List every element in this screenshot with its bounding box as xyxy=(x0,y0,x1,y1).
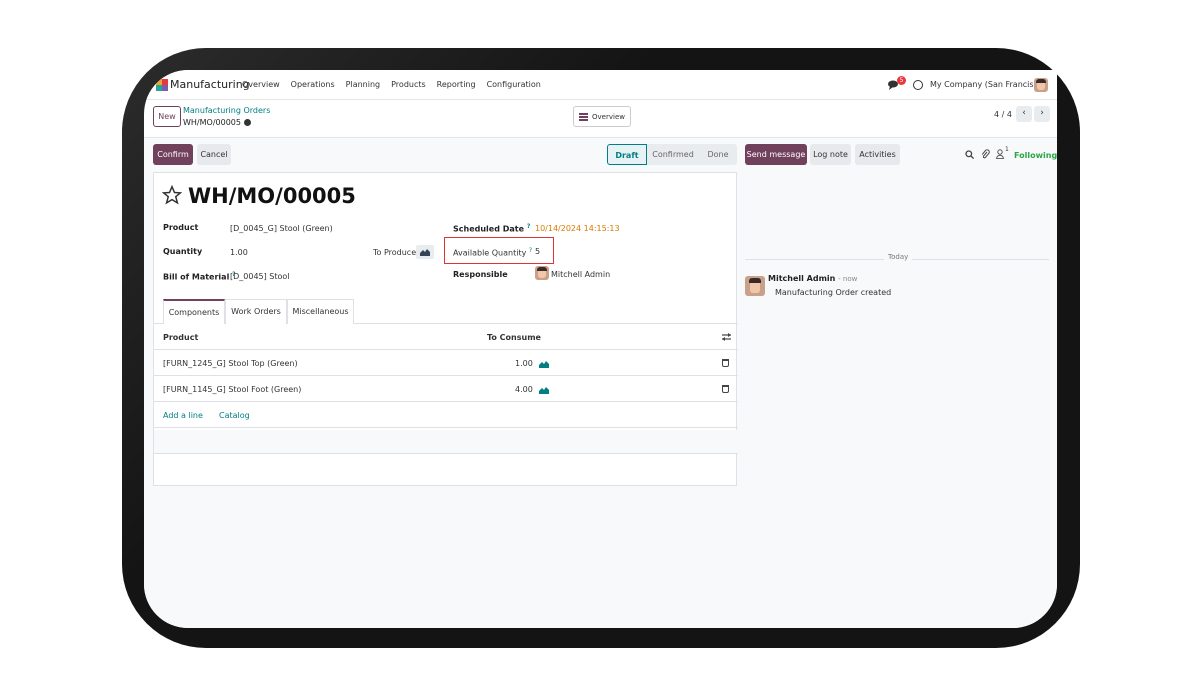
tab-miscellaneous[interactable]: Miscellaneous xyxy=(287,299,354,324)
form-sheet: WH/MO/00005 Product [D_0045_G] Stool (Gr… xyxy=(153,172,738,486)
menu-item-products[interactable]: Products xyxy=(391,80,426,89)
notification-badge: 5 xyxy=(897,76,906,85)
row-product[interactable]: [FURN_1145_G] Stool Foot (Green) xyxy=(163,385,301,394)
message-avatar-hair xyxy=(749,278,761,283)
tab-components[interactable]: Components xyxy=(163,299,225,324)
chatter-topbar: Send message Log note Activities 1 Follo… xyxy=(745,138,1057,172)
cancel-button[interactable]: Cancel xyxy=(197,144,231,165)
add-line-row: Add a line Catalog xyxy=(154,402,738,428)
message-author-avatar[interactable] xyxy=(745,276,765,296)
overview-label: Overview xyxy=(592,112,625,121)
breadcrumb-current: WH/MO/00005 xyxy=(183,118,251,127)
optional-columns-icon[interactable] xyxy=(722,333,731,341)
pager-prev-button[interactable]: ‹ xyxy=(1016,106,1032,122)
menu-item-overview[interactable]: Overview xyxy=(242,80,280,89)
table-row[interactable]: [FURN_1245_G] Stool Top (Green) 1.00 xyxy=(154,350,738,376)
send-message-button[interactable]: Send message xyxy=(745,144,807,165)
main-content: Confirm Cancel Draft Confirmed Done WH/M… xyxy=(144,138,1057,628)
scheduled-date-label: Scheduled Date ? xyxy=(453,223,530,234)
message-author: Mitchell Admin - now xyxy=(768,274,857,283)
responsible-label: Responsible xyxy=(453,270,508,279)
scheduled-date-label-text: Scheduled Date xyxy=(453,224,525,234)
follower-icon[interactable] xyxy=(996,149,1004,159)
product-label: Product xyxy=(163,223,199,232)
catalog-link[interactable]: Catalog xyxy=(219,411,250,420)
paperclip-icon[interactable] xyxy=(981,149,990,160)
components-table-header: Product To Consume xyxy=(154,324,738,350)
bom-field[interactable]: [D_0045] Stool xyxy=(230,272,290,281)
user-avatar[interactable] xyxy=(1034,78,1048,92)
table-row[interactable]: [FURN_1145_G] Stool Foot (Green) 4.00 xyxy=(154,376,738,402)
record-title: WH/MO/00005 xyxy=(188,184,356,208)
follower-count: 1 xyxy=(1005,146,1009,153)
empty-row xyxy=(154,430,738,454)
column-to-consume[interactable]: To Consume xyxy=(487,333,541,342)
forecast-button[interactable] xyxy=(416,245,434,259)
gear-icon[interactable] xyxy=(243,119,251,126)
product-field[interactable]: [D_0045_G] Stool (Green) xyxy=(230,224,333,233)
trash-icon[interactable] xyxy=(722,359,729,367)
avatar-hair xyxy=(1036,79,1046,83)
quantity-field[interactable]: 1.00 xyxy=(230,248,248,257)
available-quantity-label: Available Quantity ? xyxy=(453,247,532,258)
scheduled-help-icon[interactable]: ? xyxy=(527,223,530,230)
row-quantity[interactable]: 4.00 xyxy=(515,385,533,394)
message-body: Manufacturing Order created xyxy=(775,288,892,297)
clock-icon[interactable] xyxy=(913,80,923,90)
breadcrumb-manufacturing-orders[interactable]: Manufacturing Orders xyxy=(183,106,270,115)
to-produce-label: To Produce xyxy=(373,248,417,257)
company-switcher[interactable]: My Company (San Francisco) xyxy=(930,80,1046,89)
available-help-icon[interactable]: ? xyxy=(529,247,532,254)
add-line-link[interactable]: Add a line xyxy=(163,411,203,420)
log-note-button[interactable]: Log note xyxy=(810,144,851,165)
message-time: - now xyxy=(838,275,858,283)
app-name[interactable]: Manufacturing xyxy=(170,78,250,91)
notebook-tabs: Components Work Orders Miscellaneous xyxy=(154,299,738,324)
star-icon[interactable] xyxy=(162,185,182,205)
breadcrumb-current-label: WH/MO/00005 xyxy=(183,118,241,127)
following-button[interactable]: Following xyxy=(1014,151,1057,160)
trash-icon[interactable] xyxy=(722,385,729,393)
forecast-chart-icon[interactable] xyxy=(539,360,549,368)
available-quantity-value: 5 xyxy=(535,247,541,256)
column-product[interactable]: Product xyxy=(163,333,198,342)
row-quantity[interactable]: 1.00 xyxy=(515,359,533,368)
menu-item-planning[interactable]: Planning xyxy=(346,80,380,89)
manufacturing-app-icon[interactable] xyxy=(156,79,168,91)
main-menu: Overview Operations Planning Products Re… xyxy=(242,80,541,89)
menu-item-reporting[interactable]: Reporting xyxy=(437,80,476,89)
forecast-chart-icon[interactable] xyxy=(539,386,549,394)
date-divider-label: Today xyxy=(884,253,913,261)
stage-draft[interactable]: Draft xyxy=(607,144,647,165)
app-screen: Manufacturing Overview Operations Planni… xyxy=(144,70,1057,628)
scheduled-date-field[interactable]: 10/14/2024 14:15:13 xyxy=(535,224,620,233)
responsible-avatar xyxy=(535,266,549,280)
quantity-label: Quantity xyxy=(163,247,203,256)
stage-done[interactable]: Done xyxy=(699,144,737,165)
overview-button[interactable]: Overview xyxy=(573,106,631,127)
confirm-button[interactable]: Confirm xyxy=(153,144,193,165)
pager-next-button[interactable]: › xyxy=(1034,106,1050,122)
stage-confirmed[interactable]: Confirmed xyxy=(647,144,699,165)
available-quantity-label-text: Available Quantity xyxy=(453,248,527,258)
tab-work-orders[interactable]: Work Orders xyxy=(225,299,287,324)
control-panel: New Manufacturing Orders WH/MO/00005 Ove… xyxy=(144,100,1057,138)
form-statusbar: Confirm Cancel Draft Confirmed Done xyxy=(144,138,744,172)
bom-label-text: Bill of Material xyxy=(163,272,230,282)
responsible-field[interactable]: Mitchell Admin xyxy=(551,270,610,279)
menu-item-configuration[interactable]: Configuration xyxy=(487,80,541,89)
search-icon[interactable] xyxy=(965,150,974,159)
pager-value[interactable]: 4 / 4 xyxy=(994,110,1012,119)
bom-label: Bill of Material ? xyxy=(163,271,236,282)
message-author-name[interactable]: Mitchell Admin xyxy=(768,274,835,283)
list-icon xyxy=(579,112,589,121)
new-button[interactable]: New xyxy=(153,106,181,127)
row-product[interactable]: [FURN_1245_G] Stool Top (Green) xyxy=(163,359,298,368)
area-chart-icon xyxy=(420,249,430,256)
menu-item-operations[interactable]: Operations xyxy=(291,80,335,89)
top-navbar: Manufacturing Overview Operations Planni… xyxy=(144,70,1057,100)
activities-button[interactable]: Activities xyxy=(855,144,900,165)
responsible-avatar-hair xyxy=(537,267,547,271)
